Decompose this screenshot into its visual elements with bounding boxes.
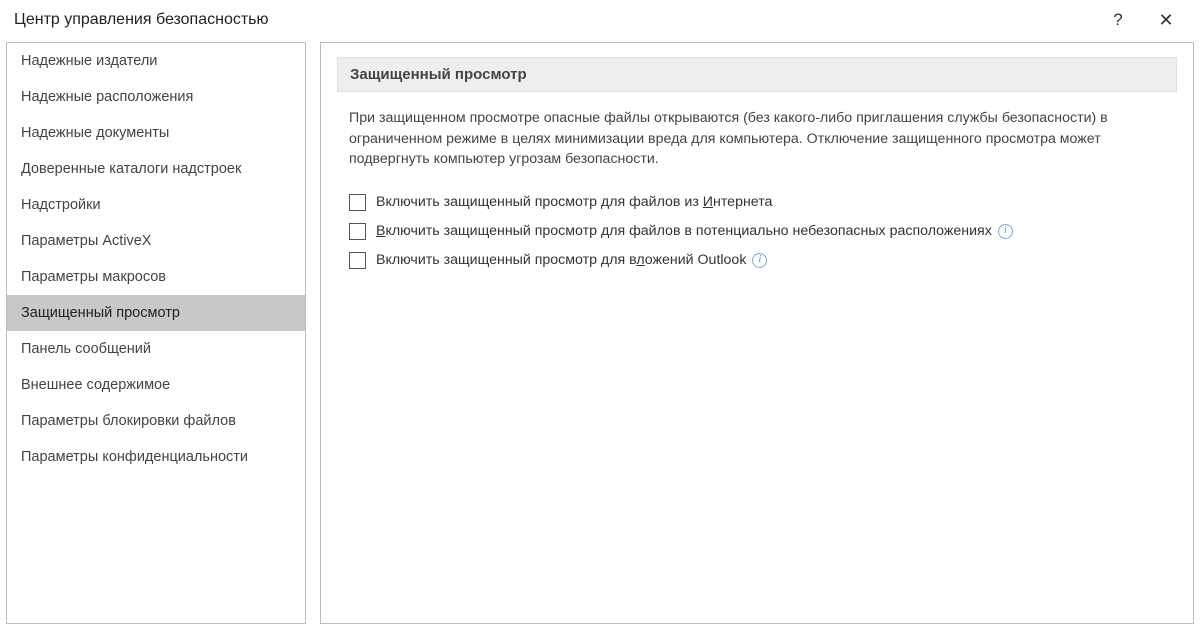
- option-label-2[interactable]: Включить защищенный просмотр для вложени…: [376, 252, 746, 268]
- section-header: Защищенный просмотр: [337, 57, 1177, 92]
- sidebar-item-7[interactable]: Защищенный просмотр: [7, 295, 305, 331]
- main-panel: Защищенный просмотр При защищенном просм…: [320, 42, 1194, 624]
- help-button[interactable]: ?: [1098, 8, 1138, 32]
- sidebar-item-1[interactable]: Надежные расположения: [7, 79, 305, 115]
- sidebar-item-0[interactable]: Надежные издатели: [7, 43, 305, 79]
- checkbox-2[interactable]: [349, 252, 366, 269]
- sidebar-item-6[interactable]: Параметры макросов: [7, 259, 305, 295]
- option-label-1[interactable]: Включить защищенный просмотр для файлов …: [376, 223, 992, 239]
- dialog-body: Надежные издателиНадежные расположенияНа…: [0, 42, 1200, 630]
- option-label-0[interactable]: Включить защищенный просмотр для файлов …: [376, 194, 772, 210]
- sidebar-item-9[interactable]: Внешнее содержимое: [7, 367, 305, 403]
- window-title: Центр управления безопасностью: [14, 11, 269, 29]
- option-row-0: Включить защищенный просмотр для файлов …: [349, 188, 1165, 217]
- close-button[interactable]: ✕: [1146, 8, 1186, 32]
- checkbox-1[interactable]: [349, 223, 366, 240]
- info-icon[interactable]: i: [752, 253, 767, 268]
- checkbox-0[interactable]: [349, 194, 366, 211]
- sidebar-item-8[interactable]: Панель сообщений: [7, 331, 305, 367]
- sidebar: Надежные издателиНадежные расположенияНа…: [6, 42, 306, 624]
- info-icon[interactable]: i: [998, 224, 1013, 239]
- sidebar-item-4[interactable]: Надстройки: [7, 187, 305, 223]
- sidebar-item-2[interactable]: Надежные документы: [7, 115, 305, 151]
- options-group: Включить защищенный просмотр для файлов …: [337, 188, 1177, 275]
- sidebar-item-10[interactable]: Параметры блокировки файлов: [7, 403, 305, 439]
- sidebar-item-11[interactable]: Параметры конфиденциальности: [7, 439, 305, 475]
- section-description: При защищенном просмотре опасные файлы о…: [337, 92, 1177, 188]
- titlebar: Центр управления безопасностью ? ✕: [0, 0, 1200, 42]
- option-row-2: Включить защищенный просмотр для вложени…: [349, 246, 1165, 275]
- option-row-1: Включить защищенный просмотр для файлов …: [349, 217, 1165, 246]
- sidebar-item-3[interactable]: Доверенные каталоги надстроек: [7, 151, 305, 187]
- sidebar-item-5[interactable]: Параметры ActiveX: [7, 223, 305, 259]
